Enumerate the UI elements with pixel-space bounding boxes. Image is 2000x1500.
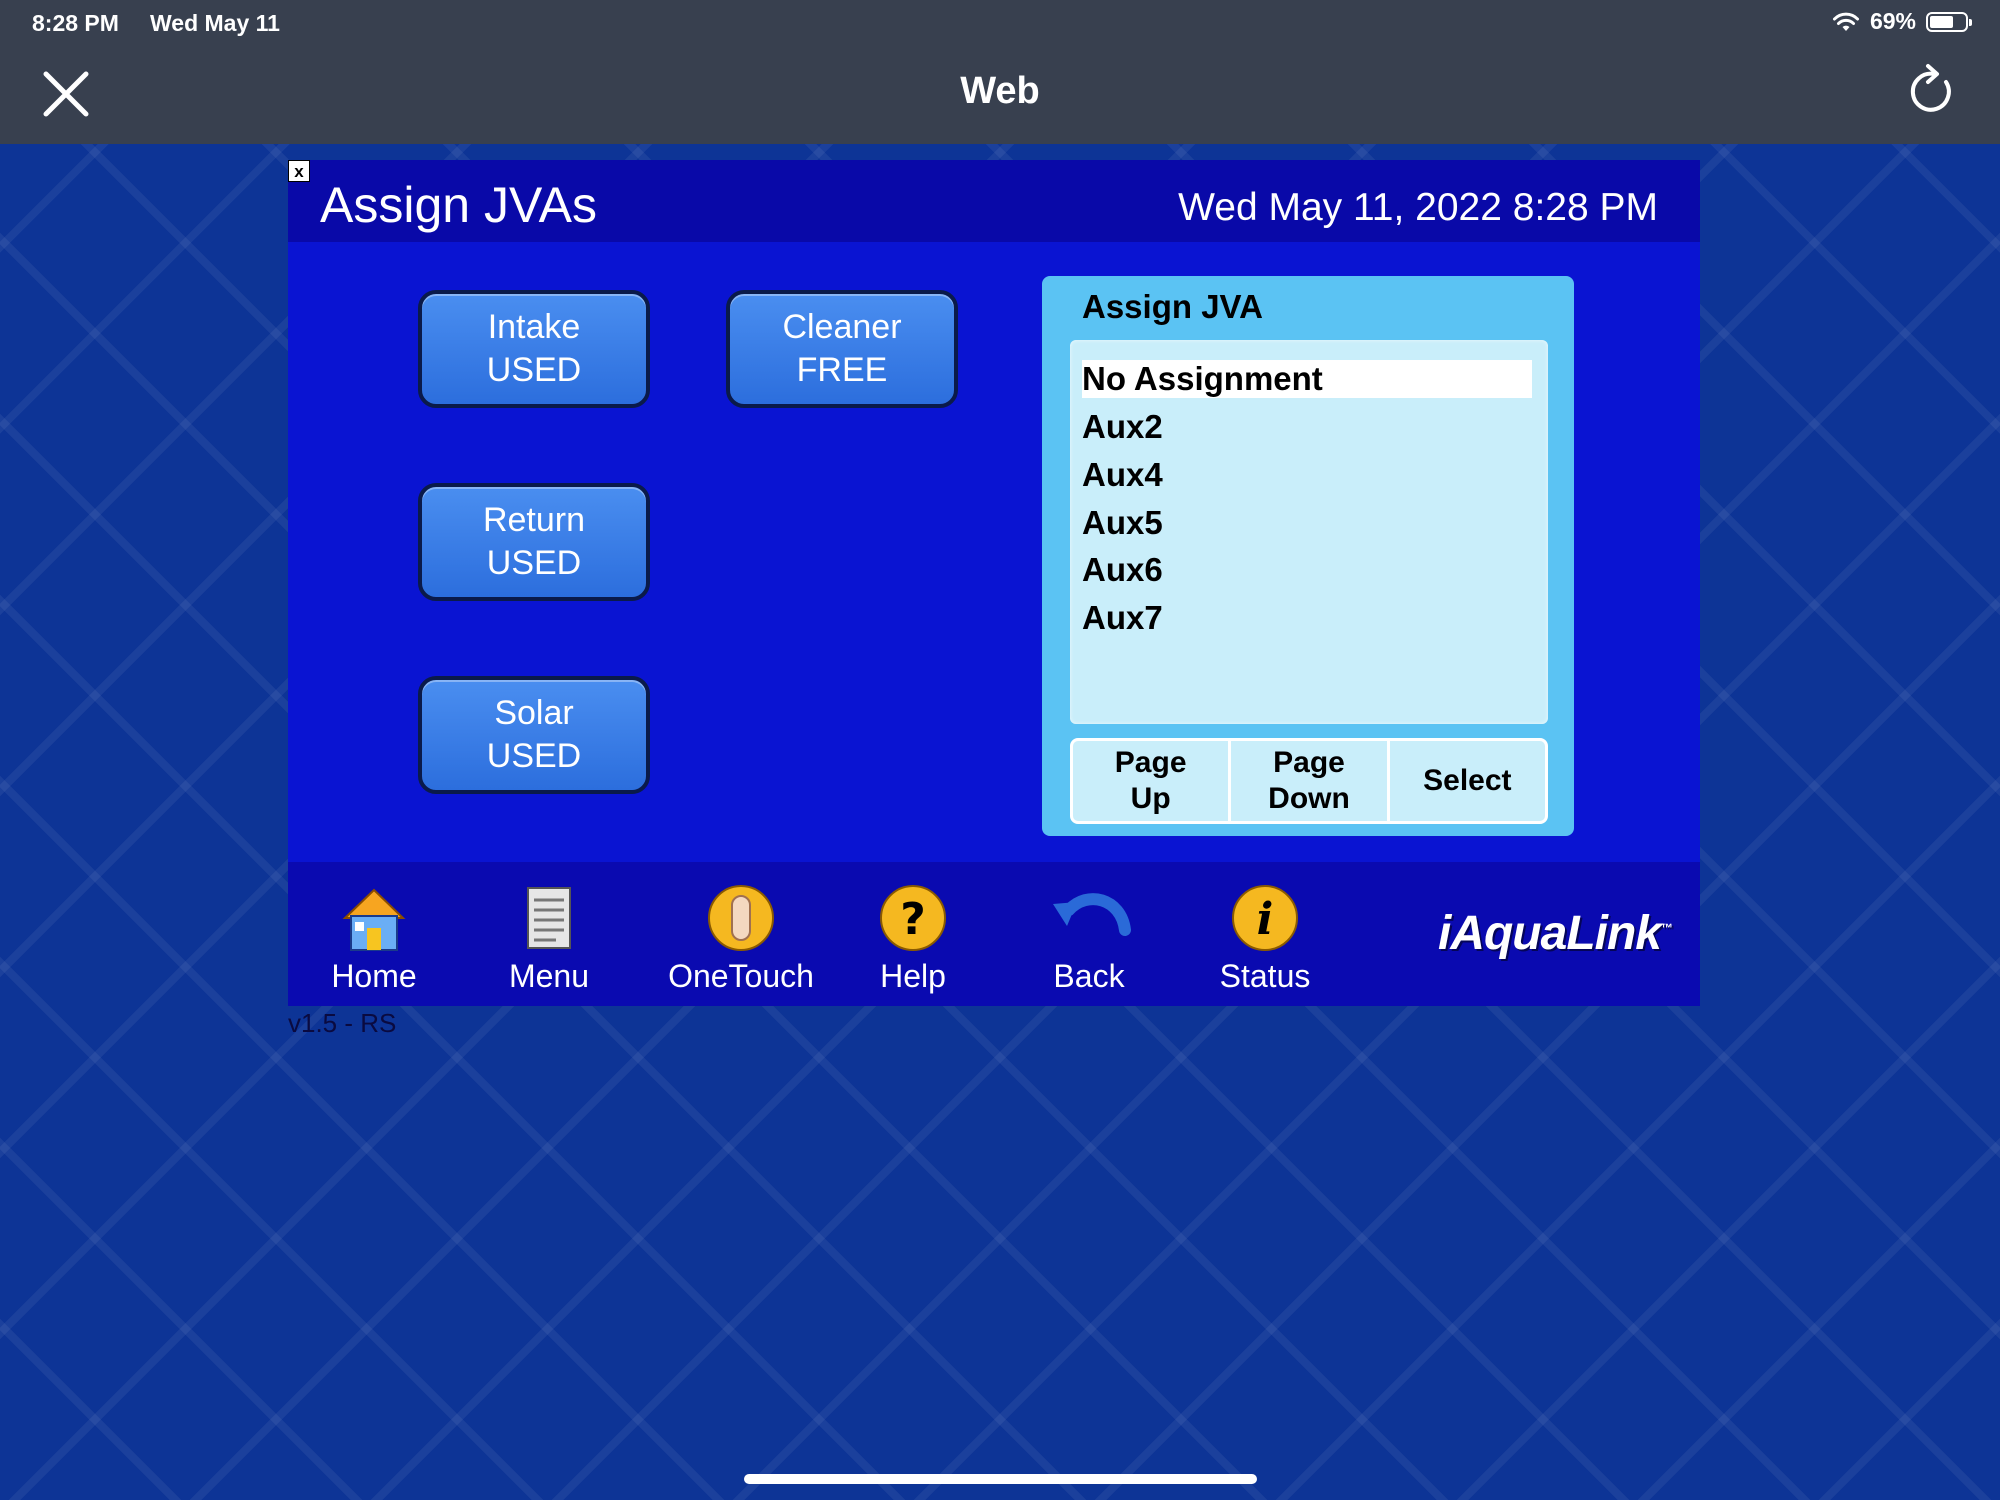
status-time: 8:28 PM <box>32 10 119 36</box>
nav-label: Home <box>331 958 417 994</box>
nav-label: Help <box>880 958 946 994</box>
button-state: USED <box>486 351 582 389</box>
nav-label: Menu <box>508 958 590 994</box>
svg-text:?: ? <box>900 894 926 945</box>
nav-label: Status <box>1219 958 1311 994</box>
panel-datetime: Wed May 11, 2022 8:28 PM <box>1178 186 1658 229</box>
assign-jva-list: No Assignment Aux2 Aux4 Aux5 Aux6 Aux7 <box>1070 340 1548 724</box>
status-indicators: 69% <box>1832 8 1972 35</box>
nav-home[interactable]: Home <box>299 882 449 998</box>
nav-back[interactable]: Back <box>1014 882 1164 998</box>
status-icon: i <box>1232 885 1298 951</box>
nav-label: OneTouch <box>668 958 814 994</box>
nav-onetouch[interactable]: OneTouch <box>666 882 816 998</box>
menu-icon <box>527 887 571 949</box>
page-title: Web <box>960 70 1040 112</box>
nav-help[interactable]: ? Help <box>838 882 988 998</box>
intake-button[interactable]: Intake USED <box>418 290 650 408</box>
logo-tm: ™ <box>1661 921 1673 935</box>
panel-close-button[interactable]: x <box>288 160 310 182</box>
button-name: Solar <box>494 694 574 732</box>
cleaner-button[interactable]: Cleaner FREE <box>726 290 958 408</box>
assign-jva-title: Assign JVA <box>1082 288 1263 325</box>
home-icon <box>342 888 406 951</box>
list-item-aux7[interactable]: Aux7 <box>1082 599 1532 637</box>
list-item-aux2[interactable]: Aux2 <box>1082 408 1532 446</box>
bottom-nav: Home Menu OneTouch ? Help Back i Status … <box>288 862 1700 1006</box>
return-button[interactable]: Return USED <box>418 483 650 601</box>
page-down-label-1: Page <box>1273 746 1345 779</box>
onetouch-icon <box>708 885 774 951</box>
refresh-icon[interactable] <box>1906 62 1958 118</box>
page-down-label-2: Down <box>1268 782 1350 815</box>
panel-title: Assign JVAs <box>320 177 597 233</box>
nav-menu[interactable]: Menu <box>474 882 624 998</box>
svg-text:i: i <box>1257 894 1274 945</box>
help-icon: ? <box>880 885 946 951</box>
list-item-no-assignment[interactable]: No Assignment <box>1082 360 1532 398</box>
assign-controls: Page Up Page Down Select <box>1070 738 1548 824</box>
status-date: Wed May 11 <box>150 10 280 36</box>
battery-percent: 69% <box>1869 8 1916 34</box>
wifi-icon <box>1832 12 1859 31</box>
list-item-aux6[interactable]: Aux6 <box>1082 551 1532 589</box>
battery-icon <box>1926 11 1972 32</box>
home-indicator[interactable] <box>744 1474 1257 1484</box>
button-name: Cleaner <box>782 308 902 346</box>
panel-header: Assign JVAs Wed May 11, 2022 8:28 PM <box>288 160 1700 242</box>
assign-jva-box: Assign JVA No Assignment Aux2 Aux4 Aux5 … <box>1042 276 1574 836</box>
button-state: USED <box>486 737 582 775</box>
nav-label: Back <box>1053 958 1125 994</box>
aqualink-panel: Assign JVAs Wed May 11, 2022 8:28 PM x I… <box>288 160 1700 1006</box>
button-name: Intake <box>487 308 581 346</box>
nav-status[interactable]: i Status <box>1190 882 1340 998</box>
page-up-label-1: Page <box>1114 746 1187 779</box>
logo-text: iAquaLink <box>1437 907 1662 960</box>
button-state: FREE <box>796 351 888 389</box>
list-item-aux4[interactable]: Aux4 <box>1082 456 1532 494</box>
back-icon <box>1053 893 1131 936</box>
solar-button[interactable]: Solar USED <box>418 676 650 794</box>
page-up-label-2: Up <box>1130 782 1171 815</box>
select-button[interactable]: Select <box>1390 741 1545 821</box>
iaqualink-logo: iAquaLink™ <box>1437 906 1673 961</box>
button-state: USED <box>486 544 582 582</box>
page-down-button[interactable]: Page Down <box>1231 741 1390 821</box>
version-label: v1.5 - RS <box>288 1008 397 1038</box>
page-up-button[interactable]: Page Up <box>1073 741 1232 821</box>
list-item-aux5[interactable]: Aux5 <box>1082 504 1532 542</box>
browser-header: 8:28 PM Wed May 11 69% Web <box>0 0 2000 144</box>
button-name: Return <box>482 501 586 539</box>
